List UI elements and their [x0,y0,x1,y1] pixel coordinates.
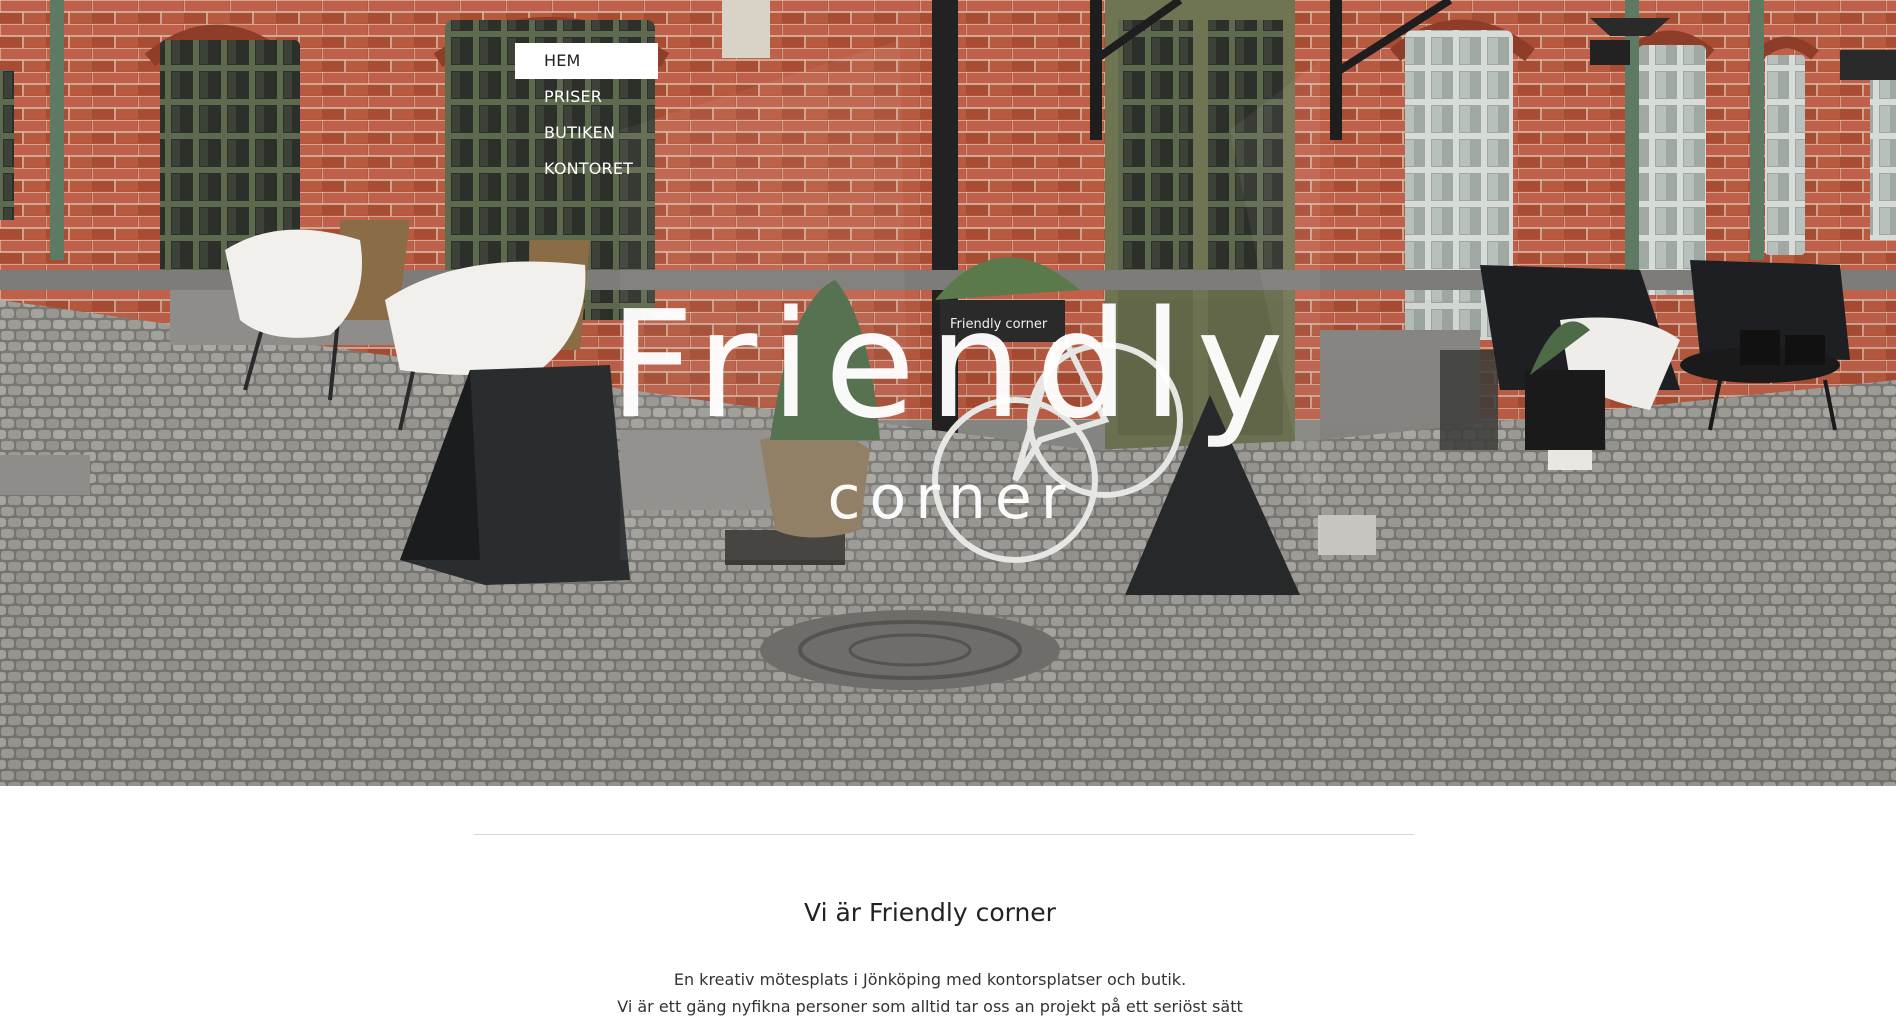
nav-item-hem[interactable]: HEM [515,43,658,79]
nav-item-butiken[interactable]: BUTIKEN [515,115,658,151]
bike-sign-text: Friendly corner [950,317,1048,332]
nav-item-kontoret[interactable]: KONTORET [515,151,658,187]
intro-line-1: En kreativ mötesplats i Jönköping med ko… [673,970,1187,989]
intro-text: En kreativ mötesplats i Jönköping med ko… [0,966,1860,1020]
hero-photo: Friendly corner [0,0,1896,786]
page-title: Vi är Friendly corner [804,898,1056,927]
page: Friendly corner HEM PRISER BUTIKEN KONTO… [0,0,1896,1022]
hero-banner: Friendly corner HEM PRISER BUTIKEN KONTO… [0,0,1896,786]
section-divider [474,834,1414,835]
intro-line-2: Vi är ett gäng nyfikna personer som allt… [617,997,1243,1016]
nav-item-priser[interactable]: PRISER [515,79,658,115]
main-nav: HEM PRISER BUTIKEN KONTORET [515,43,658,187]
